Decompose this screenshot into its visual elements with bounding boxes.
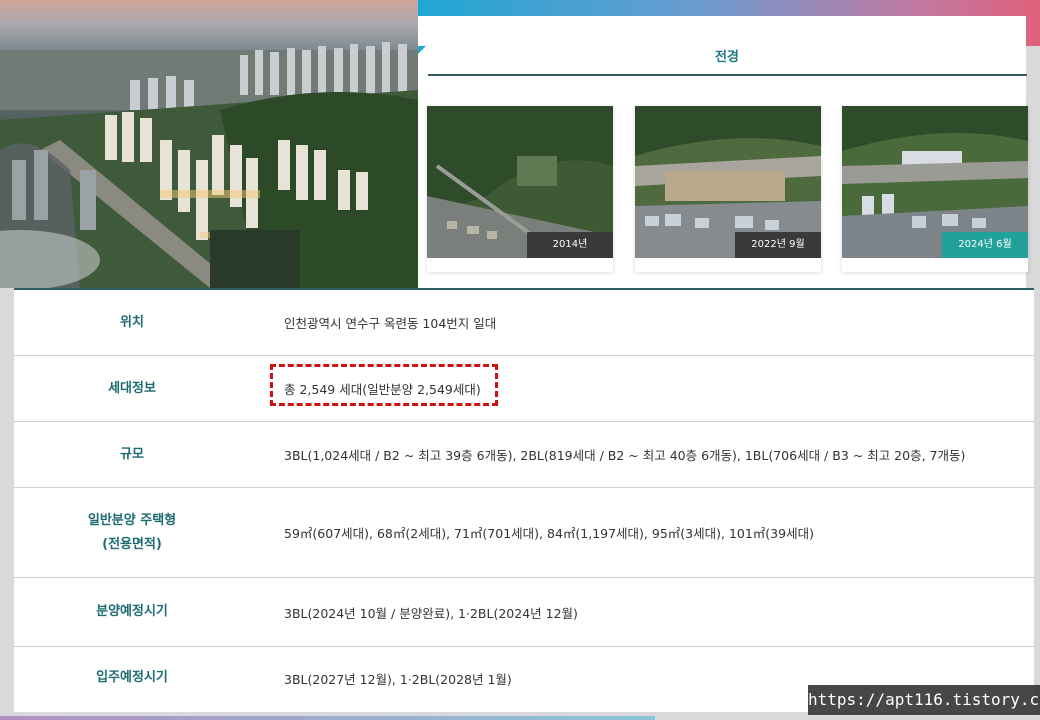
section-title-rule <box>428 74 1027 76</box>
table-row: 세대정보 총 2,549 세대(일반분양 2,549세대) <box>14 356 1034 422</box>
row-value: 3BL(1,024세대 / B2 ~ 최고 39층 6개동), 2BL(819세… <box>284 448 966 463</box>
row-value: 인천광역시 연수구 옥련동 104번지 일대 <box>284 316 497 331</box>
table-row: 분양예정시기 3BL(2024년 10월 / 분양완료), 1·2BL(2024… <box>14 578 1034 647</box>
row-label: 위치 <box>120 314 144 330</box>
row-label-line: (전용면적) <box>102 536 162 552</box>
aerial-photo-card-1[interactable]: 2014년 <box>427 106 613 272</box>
hero-rendering-image <box>0 0 418 288</box>
row-value: 59㎡(607세대), 68㎡(2세대), 71㎡(701세대), 84㎡(1,… <box>284 526 814 541</box>
photo-date-badge: 2024년 6월 <box>942 232 1028 258</box>
watermark-text: https://apt116.tistory.com <box>808 685 1040 715</box>
section-title: 전경 <box>715 50 739 65</box>
highlight-annotation-box <box>270 364 498 406</box>
project-info-table: 위치 인천광역시 연수구 옥련동 104번지 일대 세대정보 총 2,549 세… <box>14 288 1034 712</box>
row-label-line: 일반분양 주택형 <box>87 512 177 528</box>
row-label: 세대정보 <box>108 380 156 396</box>
photo-date-badge: 2014년 <box>527 232 613 258</box>
row-value: 3BL(2024년 10월 / 분양완료), 1·2BL(2024년 12월) <box>284 605 578 621</box>
aerial-photo-card-3[interactable]: 2024년 6월 <box>842 106 1028 272</box>
table-row: 위치 인천광역시 연수구 옥련동 104번지 일대 <box>14 290 1034 356</box>
row-label: 일반분양 주택형 (전용면적) <box>14 488 250 577</box>
row-label: 규모 <box>120 446 144 462</box>
row-label: 분양예정시기 <box>96 604 168 619</box>
row-label: 입주예정시기 <box>96 670 168 685</box>
table-row: 규모 3BL(1,024세대 / B2 ~ 최고 39층 6개동), 2BL(8… <box>14 422 1034 488</box>
table-row: 일반분양 주택형 (전용면적) 59㎡(607세대), 68㎡(2세대), 71… <box>14 488 1034 578</box>
bottom-accent-bar <box>0 716 655 720</box>
photo-date-badge: 2022년 9월 <box>735 232 821 258</box>
aerial-photo-card-2[interactable]: 2022년 9월 <box>635 106 821 272</box>
